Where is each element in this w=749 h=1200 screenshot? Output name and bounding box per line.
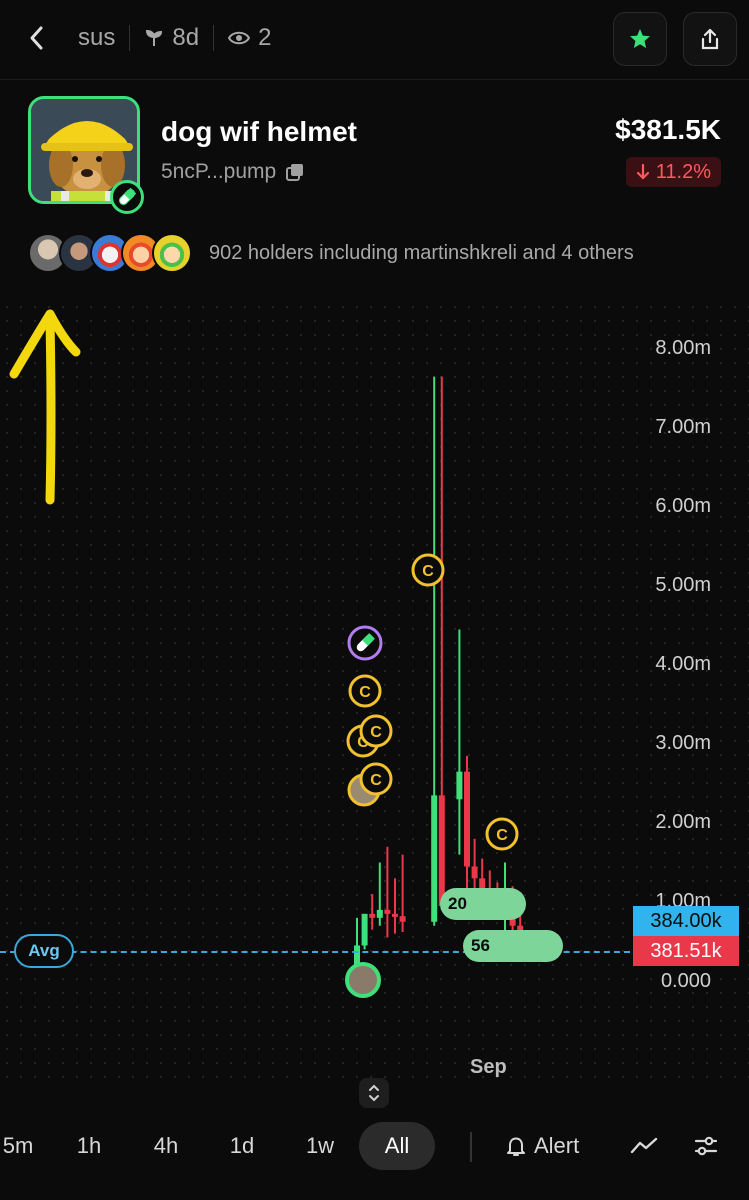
coin-marker-label: C bbox=[422, 563, 434, 580]
trade-cluster-pill[interactable]: 20 bbox=[440, 888, 526, 920]
holders-row[interactable]: 902 holders including martinshkreli and … bbox=[28, 230, 634, 276]
y-axis-label: 4.00m bbox=[655, 653, 711, 675]
coin-marker-label: C bbox=[496, 827, 508, 844]
y-axis-label: 0.000 bbox=[660, 970, 711, 992]
candle-body bbox=[431, 795, 438, 922]
holder-avatars bbox=[28, 233, 192, 273]
candle-body bbox=[376, 909, 383, 918]
collapse-button[interactable] bbox=[359, 1078, 389, 1108]
annotation-arrow bbox=[9, 309, 81, 505]
age-label: 8d bbox=[172, 24, 200, 51]
breadcrumb: sus 8d 2 bbox=[78, 22, 271, 54]
back-button[interactable] bbox=[22, 22, 50, 54]
candle-body bbox=[361, 913, 368, 946]
chart-settings-button[interactable] bbox=[690, 1130, 722, 1162]
trade-count: 20 bbox=[448, 894, 467, 913]
candle-body bbox=[438, 795, 445, 906]
divider bbox=[213, 25, 215, 51]
price-tag-last: 381.51k bbox=[633, 936, 739, 966]
price-tag-high: 384.00k bbox=[633, 906, 739, 936]
chevron-left-icon bbox=[30, 26, 43, 50]
alert-label: Alert bbox=[534, 1133, 580, 1158]
price-change-value: 11.2% bbox=[655, 160, 711, 183]
coin-marker-label: C bbox=[370, 772, 382, 789]
trader-avatar-marker bbox=[345, 962, 381, 998]
trade-count: 56 bbox=[471, 936, 490, 955]
alert-button[interactable]: Alert bbox=[506, 1122, 579, 1170]
divider bbox=[129, 25, 131, 51]
candle-body bbox=[392, 913, 398, 917]
y-axis-label: 7.00m bbox=[655, 416, 711, 438]
y-axis-label: 3.00m bbox=[655, 732, 711, 754]
timeframe-bar: 5m 1h 4h 1d 1w All Alert bbox=[0, 1122, 749, 1172]
address-text: 5ncP...pump bbox=[161, 160, 277, 183]
price-change-badge: 11.2% bbox=[625, 157, 721, 187]
sliders-icon bbox=[694, 1136, 718, 1156]
line-chart-icon bbox=[630, 1137, 658, 1154]
arrow-down-icon bbox=[636, 163, 649, 180]
age-indicator: 8d bbox=[144, 24, 199, 52]
timeframe-4h[interactable]: 4h bbox=[143, 1122, 189, 1170]
candle-body bbox=[456, 771, 463, 800]
eye-icon bbox=[228, 31, 251, 45]
watchers-count: 2 bbox=[258, 24, 272, 51]
share-button[interactable] bbox=[683, 12, 737, 66]
coin-marker-label: C bbox=[359, 684, 371, 701]
top-bar: sus 8d 2 bbox=[0, 0, 749, 80]
pill-icon bbox=[110, 180, 144, 214]
x-axis-label: Sep bbox=[470, 1056, 507, 1078]
favorite-button[interactable] bbox=[613, 12, 667, 66]
watchers-indicator: 2 bbox=[228, 24, 271, 52]
chevron-updown-icon bbox=[369, 1084, 379, 1102]
share-icon bbox=[701, 28, 719, 50]
candle-body bbox=[471, 866, 478, 879]
y-axis-label: 5.00m bbox=[655, 574, 711, 596]
token-name: dog wif helmet bbox=[161, 116, 357, 147]
avatar bbox=[152, 233, 192, 273]
bell-icon bbox=[507, 1137, 525, 1156]
coin-marker-label: C bbox=[370, 724, 382, 741]
timeframe-all[interactable]: All bbox=[359, 1122, 435, 1170]
divider bbox=[470, 1132, 472, 1162]
trade-cluster-pill[interactable]: 56 bbox=[463, 930, 563, 962]
copy-icon[interactable] bbox=[286, 163, 304, 181]
candle-body bbox=[384, 909, 391, 914]
y-axis-label: 2.00m bbox=[655, 811, 711, 833]
channel-label[interactable]: sus bbox=[78, 24, 115, 52]
y-axis-label: 8.00m bbox=[655, 337, 711, 359]
sprout-icon bbox=[146, 29, 163, 46]
timeframe-1h[interactable]: 1h bbox=[66, 1122, 112, 1170]
timeframe-5m[interactable]: 5m bbox=[0, 1122, 36, 1170]
timeframe-1d[interactable]: 1d bbox=[219, 1122, 265, 1170]
price-chart[interactable]: CCCCCC 8.00m 7.00m 6.00m 5.00m 4.00m 3.0… bbox=[0, 300, 749, 1080]
holders-text: 902 holders including martinshkreli and … bbox=[209, 241, 634, 264]
y-axis-label: 6.00m bbox=[655, 495, 711, 517]
candle-body bbox=[464, 771, 470, 867]
line-chart-button[interactable] bbox=[628, 1130, 660, 1162]
token-price: $381.5K bbox=[615, 114, 721, 145]
average-badge: Avg bbox=[14, 934, 74, 968]
candle-body bbox=[399, 916, 406, 922]
timeframe-1w[interactable]: 1w bbox=[296, 1122, 344, 1170]
token-address[interactable]: 5ncP...pump bbox=[161, 160, 304, 184]
star-icon bbox=[630, 29, 650, 48]
candle-body bbox=[369, 913, 376, 918]
